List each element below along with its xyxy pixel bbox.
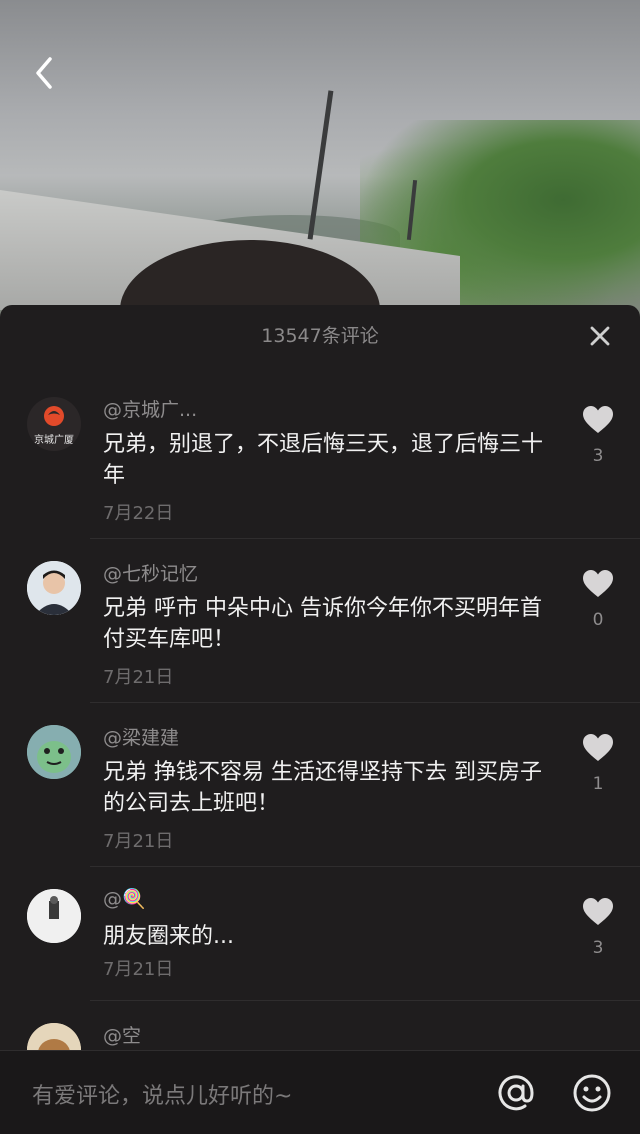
- like-button[interactable]: 1: [582, 733, 614, 794]
- comment-sheet: 13547条评论 京城广厦 @京城广... 兄弟，别退了，不退后悔三天，退了后悔…: [0, 305, 640, 1134]
- comment-item: @七秒记忆 兄弟 呼市 中朵中心 告诉你今年你不买明年首付买车库吧！ 7月21日…: [0, 539, 640, 703]
- comment-username[interactable]: @空: [103, 1021, 141, 1048]
- avatar[interactable]: [27, 725, 81, 779]
- like-count: 3: [592, 446, 604, 466]
- photo-avatar-icon: [27, 889, 81, 943]
- comment-count-title: 13547条评论: [261, 325, 379, 347]
- avatar[interactable]: 京城广厦: [27, 397, 81, 451]
- comment-sheet-header: 13547条评论: [0, 305, 640, 367]
- like-button[interactable]: 3: [582, 405, 614, 466]
- dog-avatar-icon: [27, 1023, 81, 1050]
- comment-text: 兄弟 呼市 中朵中心 告诉你今年你不买明年首付买车库吧！: [103, 596, 542, 652]
- avatar-brand-text: 京城广厦: [34, 435, 74, 446]
- person-avatar-icon: [27, 561, 81, 615]
- heart-icon: [583, 570, 613, 597]
- video-background: [0, 0, 640, 320]
- like-count: 3: [592, 938, 604, 958]
- comment-date: 7月22日: [103, 503, 174, 524]
- comment-item: @空: [0, 1001, 640, 1050]
- heart-icon: [583, 406, 613, 433]
- comment-username[interactable]: @🍭: [103, 887, 146, 910]
- at-icon[interactable]: [496, 1073, 536, 1113]
- comment-text: 兄弟，别退了，不退后悔三天，退了后悔三十年: [103, 432, 544, 488]
- comment-date: 7月21日: [103, 831, 174, 852]
- like-count: 0: [592, 610, 604, 630]
- avatar[interactable]: [27, 889, 81, 943]
- comment-input[interactable]: 有爱评论，说点儿好听的~: [32, 1078, 292, 1110]
- comment-list[interactable]: 京城广厦 @京城广... 兄弟，别退了，不退后悔三天，退了后悔三十年 7月22日…: [0, 375, 640, 1050]
- comment-date: 7月21日: [103, 667, 174, 688]
- like-button[interactable]: 0: [582, 569, 614, 630]
- comment-text: 兄弟 挣钱不容易 生活还得坚持下去 到买房子的公司去上班吧！: [103, 760, 542, 816]
- comment-username[interactable]: @七秒记忆: [103, 559, 198, 586]
- emoji-icon[interactable]: [572, 1073, 612, 1113]
- close-icon[interactable]: [588, 324, 612, 348]
- like-button[interactable]: 3: [582, 897, 614, 958]
- comment-username[interactable]: @京城广...: [103, 395, 197, 422]
- back-icon[interactable]: [30, 55, 60, 91]
- heart-icon: [583, 898, 613, 925]
- avatar[interactable]: [27, 561, 81, 615]
- comment-item: @梁建建 兄弟 挣钱不容易 生活还得坚持下去 到买房子的公司去上班吧！ 7月21…: [0, 703, 640, 867]
- comment-username[interactable]: @梁建建: [103, 723, 179, 750]
- comment-input-bar: 有爱评论，说点儿好听的~: [0, 1050, 640, 1134]
- heart-icon: [583, 734, 613, 761]
- comment-text: 朋友圈来的...: [103, 924, 234, 949]
- comment-item: 京城广厦 @京城广... 兄弟，别退了，不退后悔三天，退了后悔三十年 7月22日…: [0, 375, 640, 539]
- like-count: 1: [592, 774, 604, 794]
- comment-item: @🍭 朋友圈来的... 7月21日 3: [0, 867, 640, 1001]
- avatar[interactable]: [27, 1023, 81, 1050]
- cartoon-avatar-icon: [27, 725, 81, 779]
- comment-date: 7月21日: [103, 959, 174, 980]
